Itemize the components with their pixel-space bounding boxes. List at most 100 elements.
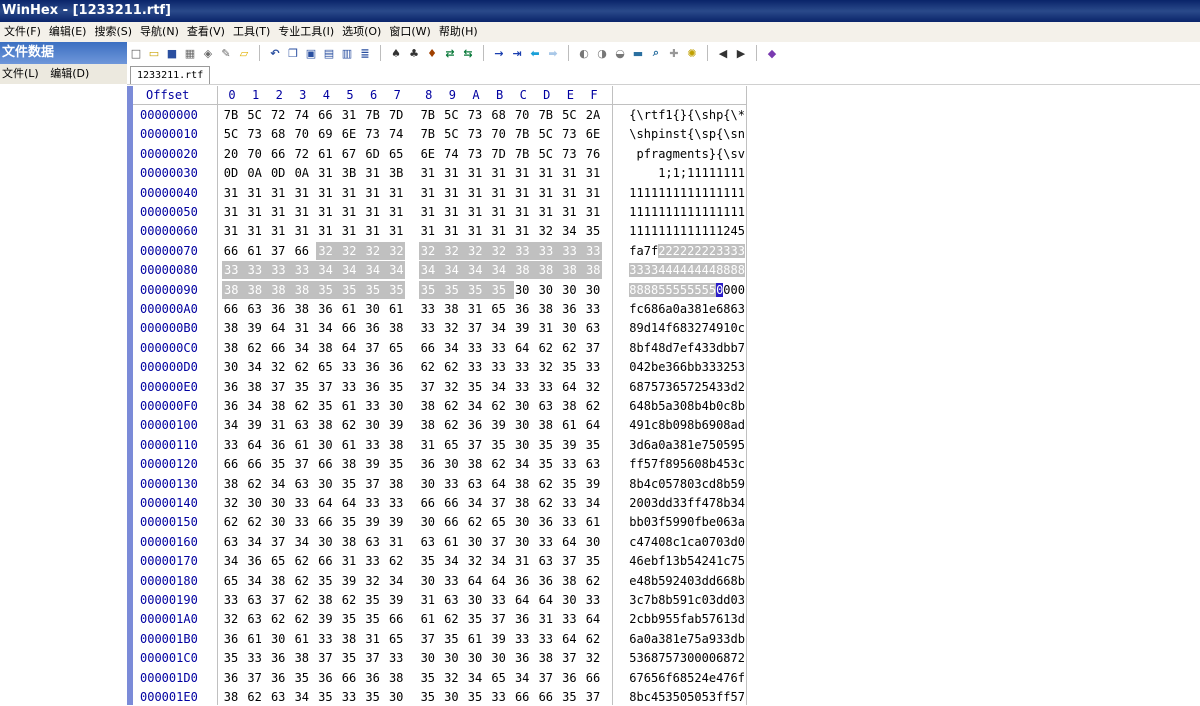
ascii-text[interactable]: \shpinst{\sp{\sn [613,125,745,143]
hex-byte[interactable]: 35 [364,688,382,706]
hex-byte[interactable]: 35 [340,649,358,667]
replace-text-icon[interactable]: ⇆ [460,45,476,61]
hex-byte[interactable]: 38 [387,436,405,454]
hex-byte[interactable]: 64 [466,572,484,590]
ascii-text[interactable]: ff57f895608b453c [613,455,745,473]
hex-byte[interactable]: 66 [293,242,311,260]
hex-byte[interactable]: 30 [387,397,405,415]
panel-menu-file[interactable]: 文件(L) [2,67,39,80]
hex-row[interactable]: 00000180 65 34 38 62 35 39 32 34 30 33 64 64 36 36 38 62… [133,571,747,590]
hex-row[interactable]: 00000110 33 64 36 61 30 61 33 38 31 65 37 35 30 35 39 35… [133,435,747,454]
hex-byte[interactable]: 37 [419,378,437,396]
hex-byte[interactable]: 30 [269,494,287,512]
hex-byte[interactable]: 31 [513,184,531,202]
hex-byte[interactable]: 31 [269,222,287,240]
hex-byte[interactable]: 38 [293,300,311,318]
hex-byte[interactable]: 30 [584,281,602,299]
hex-byte[interactable]: 31 [293,222,311,240]
hex-byte[interactable]: 34 [246,533,264,551]
hex-byte[interactable]: 31 [387,222,405,240]
ascii-text[interactable]: 3c7b8b591c03dd03 [613,591,745,609]
hex-byte[interactable]: 5C [442,106,460,124]
hex-byte[interactable]: 38 [537,300,555,318]
hex-byte[interactable]: 61 [316,145,334,163]
hex-byte[interactable]: 35 [269,455,287,473]
hex-byte[interactable]: 30 [513,416,531,434]
hex-byte[interactable]: 62 [442,358,460,376]
hex-byte[interactable]: 76 [584,145,602,163]
hex-byte[interactable]: 66 [269,145,287,163]
hex-byte[interactable]: 61 [387,300,405,318]
hex-byte[interactable]: 5C [442,125,460,143]
hex-byte[interactable]: 37 [490,494,508,512]
hex-byte[interactable]: 61 [340,397,358,415]
hex-byte[interactable]: 7B [222,106,240,124]
hex-byte[interactable]: 35 [489,280,515,299]
hex-byte[interactable]: 63 [269,688,287,706]
hex-row[interactable]: 000000A0 66 63 36 38 36 61 30 61 33 38 31 65 36 38 36 33… [133,299,747,318]
find-icon[interactable]: ♠ [388,45,404,61]
paste-icon[interactable]: ▤ [321,45,337,61]
ascii-text[interactable]: e48b592403dd668b [613,572,745,590]
hex-byte[interactable]: 61 [466,630,484,648]
hex-byte[interactable]: 35 [293,378,311,396]
hex-byte[interactable]: 65 [222,572,240,590]
hex-byte[interactable]: 36 [560,669,578,687]
copy-block-icon[interactable]: ▣ [303,45,319,61]
hex-byte[interactable]: 62 [584,572,602,590]
hex-byte[interactable]: 34 [513,669,531,687]
hex-byte[interactable]: 61 [246,630,264,648]
hex-byte[interactable]: 38 [387,319,405,337]
replace-hex-icon[interactable]: ⇄ [442,45,458,61]
calculator-icon[interactable]: ▬ [630,45,646,61]
hex-byte[interactable]: 33 [293,513,311,531]
hex-byte[interactable]: 31 [340,552,358,570]
hex-byte[interactable]: 62 [293,610,311,628]
hex-byte[interactable]: 66 [584,669,602,687]
hex-byte[interactable]: 30 [269,630,287,648]
hex-byte[interactable]: 39 [340,572,358,590]
hex-byte[interactable]: 65 [490,300,508,318]
ascii-text[interactable]: bb03f5990fbe063a [613,513,745,531]
hex-byte[interactable]: 30 [419,513,437,531]
hex-row[interactable]: 00000050 31 31 31 31 31 31 31 31 31 31 31 31 31 31 31 31… [133,202,747,221]
hex-byte[interactable]: 31 [387,533,405,551]
hex-byte[interactable]: 64 [584,416,602,434]
copy-icon[interactable]: ❐ [285,45,301,61]
hex-byte[interactable]: 35 [340,475,358,493]
hex-byte[interactable]: 36 [387,358,405,376]
hex-byte[interactable]: 33 [442,475,460,493]
save-icon[interactable]: ■ [164,45,180,61]
hex-byte[interactable]: 61 [246,242,264,260]
hex-byte[interactable]: 36 [222,397,240,415]
hex-row[interactable]: 00000060 31 31 31 31 31 31 31 31 31 31 31 31 31 32 34 35… [133,221,747,240]
hex-byte[interactable]: 64 [246,436,264,454]
hex-byte[interactable]: 31 [316,203,334,221]
hex-row[interactable]: 000001D0 36 37 36 35 36 66 36 38 35 32 34 65 34 37 36 66… [133,668,747,687]
hex-row[interactable]: 00000030 0D 0A 0D 0A 31 3B 31 3B 31 31 31 31 31 31 31 31… [133,163,747,182]
ascii-text[interactable]: 5368757300006872 [613,649,745,667]
hex-byte[interactable]: 36 [269,649,287,667]
hex-row[interactable]: 000000C0 38 62 66 34 38 64 37 65 66 34 33 33 64 62 62 37… [133,338,747,357]
print-icon[interactable]: ▦ [182,45,198,61]
hex-byte[interactable]: 33 [584,358,602,376]
hex-byte[interactable]: 63 [537,552,555,570]
hex-byte[interactable]: 35 [316,688,334,706]
hex-byte[interactable]: 38 [513,475,531,493]
ascii-text[interactable]: 6a0a381e75a933db [613,630,745,648]
open-folder-icon[interactable]: ▱ [236,45,252,61]
hex-byte[interactable]: 64 [513,339,531,357]
hex-byte[interactable]: 31 [584,184,602,202]
hex-byte[interactable]: 34 [293,339,311,357]
hex-byte[interactable]: 36 [513,300,531,318]
hex-byte[interactable]: 73 [560,125,578,143]
hex-byte[interactable]: 63 [364,533,382,551]
hex-byte[interactable]: 67 [340,145,358,163]
hex-byte[interactable]: 30 [442,649,460,667]
hex-byte[interactable]: 0D [222,164,240,182]
hex-byte[interactable]: 3B [387,164,405,182]
hex-byte[interactable]: 31 [246,203,264,221]
menu-item[interactable]: 编辑(E) [45,22,91,42]
hex-byte[interactable]: 31 [466,203,484,221]
hex-byte[interactable]: 36 [269,436,287,454]
